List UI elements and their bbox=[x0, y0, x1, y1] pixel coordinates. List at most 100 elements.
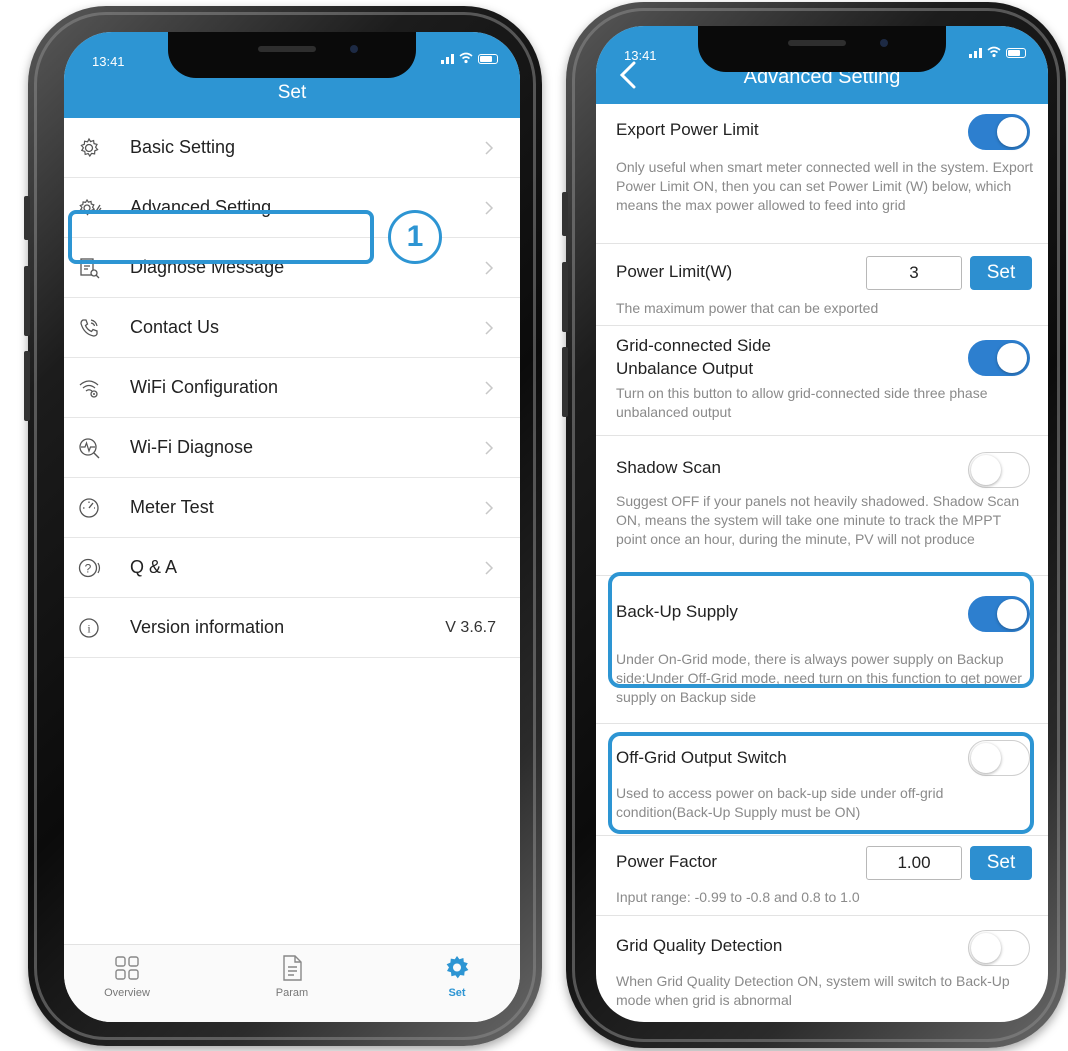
setting-title: Power Factor bbox=[616, 852, 718, 871]
menu-label: Version information bbox=[130, 617, 285, 637]
signal-icon bbox=[969, 48, 982, 58]
tab-label: Param bbox=[275, 987, 309, 999]
volume-up-button bbox=[562, 262, 568, 332]
volume-down-button bbox=[562, 347, 568, 417]
tab-set[interactable]: Set bbox=[412, 953, 502, 999]
status-icons bbox=[969, 46, 1026, 58]
settings-icon bbox=[442, 953, 472, 983]
chevron-right-icon bbox=[484, 140, 494, 156]
battery-icon bbox=[1006, 48, 1026, 58]
volume-down-button bbox=[24, 351, 30, 421]
setting-description: Used to access power on back-up side und… bbox=[616, 785, 944, 820]
left-screen: 13:41 Set Basic Setting Advanced Setting… bbox=[64, 32, 520, 1022]
power-limit-input[interactable] bbox=[866, 256, 962, 290]
pulse-icon bbox=[78, 437, 100, 459]
setting-description: Under On-Grid mode, there is always powe… bbox=[616, 651, 1022, 705]
right-screen: 13:41 Advanced Setting Export Power Limi… bbox=[596, 26, 1048, 1022]
phone-icon bbox=[78, 317, 100, 339]
menu-label: Q & A bbox=[130, 557, 178, 577]
phone-notch bbox=[698, 26, 946, 72]
right-phone-frame: 13:41 Advanced Setting Export Power Limi… bbox=[562, 2, 1066, 1048]
setting-grid-quality-detection: Grid Quality Detection When Grid Quality… bbox=[596, 916, 1048, 1022]
setting-shadow-scan: Shadow Scan Suggest OFF if your panels n… bbox=[596, 436, 1048, 576]
setting-title-line2: Unbalance Output bbox=[616, 359, 754, 378]
page-title: Set bbox=[277, 82, 307, 103]
off-grid-output-toggle[interactable] bbox=[968, 740, 1030, 776]
menu-label: Wi-Fi Diagnose bbox=[130, 437, 254, 457]
svg-text:i: i bbox=[87, 622, 91, 636]
mute-switch bbox=[24, 196, 30, 240]
setting-description: The maximum power that can be exported bbox=[616, 300, 879, 316]
menu-item-wifi-configuration[interactable]: WiFi Configuration bbox=[64, 358, 520, 418]
chevron-right-icon bbox=[484, 200, 494, 216]
setting-title: Grid Quality Detection bbox=[616, 936, 783, 955]
tab-overview[interactable]: Overview bbox=[82, 953, 172, 999]
setting-backup-supply: Back-Up Supply Under On-Grid mode, there… bbox=[596, 576, 1048, 724]
status-icons bbox=[441, 52, 498, 64]
status-time: 13:41 bbox=[92, 54, 125, 69]
power-limit-set-button[interactable]: Set bbox=[970, 256, 1032, 290]
question-icon: ? bbox=[78, 557, 101, 579]
highlight-advanced-setting bbox=[68, 210, 374, 264]
setting-title: Export Power Limit bbox=[616, 120, 759, 139]
grid-icon bbox=[112, 953, 142, 983]
chevron-right-icon bbox=[484, 440, 494, 456]
wifi-status-icon bbox=[987, 46, 1001, 58]
setting-title: Shadow Scan bbox=[616, 458, 721, 477]
settings-menu: Basic Setting Advanced Setting Diagnose … bbox=[64, 118, 520, 658]
setting-description: Turn on this button to allow grid-connec… bbox=[616, 385, 988, 420]
mute-switch bbox=[562, 192, 568, 236]
setting-power-limit: Power Limit(W) Set The maximum power tha… bbox=[596, 244, 1048, 326]
backup-supply-toggle[interactable] bbox=[968, 596, 1030, 632]
power-factor-set-button[interactable]: Set bbox=[970, 846, 1032, 880]
setting-off-grid-output-switch: Off-Grid Output Switch Used to access po… bbox=[596, 724, 1048, 836]
tab-label: Overview bbox=[104, 987, 150, 999]
setting-title-line1: Grid-connected Side bbox=[616, 336, 771, 355]
menu-item-basic-setting[interactable]: Basic Setting bbox=[64, 118, 520, 178]
step-number-badge: 1 bbox=[388, 210, 442, 264]
phone-notch bbox=[168, 32, 416, 78]
chevron-right-icon bbox=[484, 500, 494, 516]
menu-label: Basic Setting bbox=[130, 137, 236, 157]
bottom-tab-bar: Overview Param Set bbox=[64, 944, 520, 1022]
menu-label: Contact Us bbox=[130, 317, 220, 337]
wifi-status-icon bbox=[459, 52, 473, 64]
signal-icon bbox=[441, 54, 454, 64]
menu-item-qa[interactable]: ? Q & A bbox=[64, 538, 520, 598]
battery-icon bbox=[478, 54, 498, 64]
svg-text:?: ? bbox=[85, 562, 92, 576]
menu-item-version-information[interactable]: i Version information V 3.6.7 bbox=[64, 598, 520, 658]
setting-title: Power Limit(W) bbox=[616, 262, 733, 281]
setting-title: Back-Up Supply bbox=[616, 602, 738, 621]
setting-description: When Grid Quality Detection ON, system w… bbox=[616, 973, 1010, 1008]
wifi-gear-icon bbox=[78, 377, 100, 399]
menu-item-wifi-diagnose[interactable]: Wi-Fi Diagnose bbox=[64, 418, 520, 478]
tab-label: Set bbox=[448, 987, 466, 999]
volume-up-button bbox=[24, 266, 30, 336]
setting-description: Only useful when smart meter connected w… bbox=[616, 159, 1034, 213]
setting-title: Off-Grid Output Switch bbox=[616, 748, 787, 767]
setting-unbalance-output: Grid-connected Side Unbalance Output Tur… bbox=[596, 326, 1048, 436]
document-icon bbox=[277, 953, 307, 983]
unbalance-output-toggle[interactable] bbox=[968, 340, 1030, 376]
version-value: V 3.6.7 bbox=[445, 618, 496, 636]
menu-item-contact-us[interactable]: Contact Us bbox=[64, 298, 520, 358]
setting-description: Input range: -0.99 to -0.8 and 0.8 to 1.… bbox=[616, 889, 860, 905]
menu-item-meter-test[interactable]: Meter Test bbox=[64, 478, 520, 538]
menu-label: Meter Test bbox=[130, 497, 214, 517]
tab-param[interactable]: Param bbox=[247, 953, 337, 999]
info-icon: i bbox=[78, 617, 100, 639]
gauge-icon bbox=[78, 497, 100, 519]
chevron-right-icon bbox=[484, 380, 494, 396]
menu-label: WiFi Configuration bbox=[130, 377, 279, 397]
setting-export-power-limit: Export Power Limit Only useful when smar… bbox=[596, 104, 1048, 244]
chevron-right-icon bbox=[484, 260, 494, 276]
power-factor-input[interactable] bbox=[866, 846, 962, 880]
gear-icon bbox=[78, 137, 100, 159]
grid-quality-toggle[interactable] bbox=[968, 930, 1030, 966]
shadow-scan-toggle[interactable] bbox=[968, 452, 1030, 488]
setting-description: Suggest OFF if your panels not heavily s… bbox=[616, 493, 1020, 547]
chevron-right-icon bbox=[484, 320, 494, 336]
export-power-limit-toggle[interactable] bbox=[968, 114, 1030, 150]
left-phone-frame: 13:41 Set Basic Setting Advanced Setting… bbox=[24, 6, 542, 1046]
